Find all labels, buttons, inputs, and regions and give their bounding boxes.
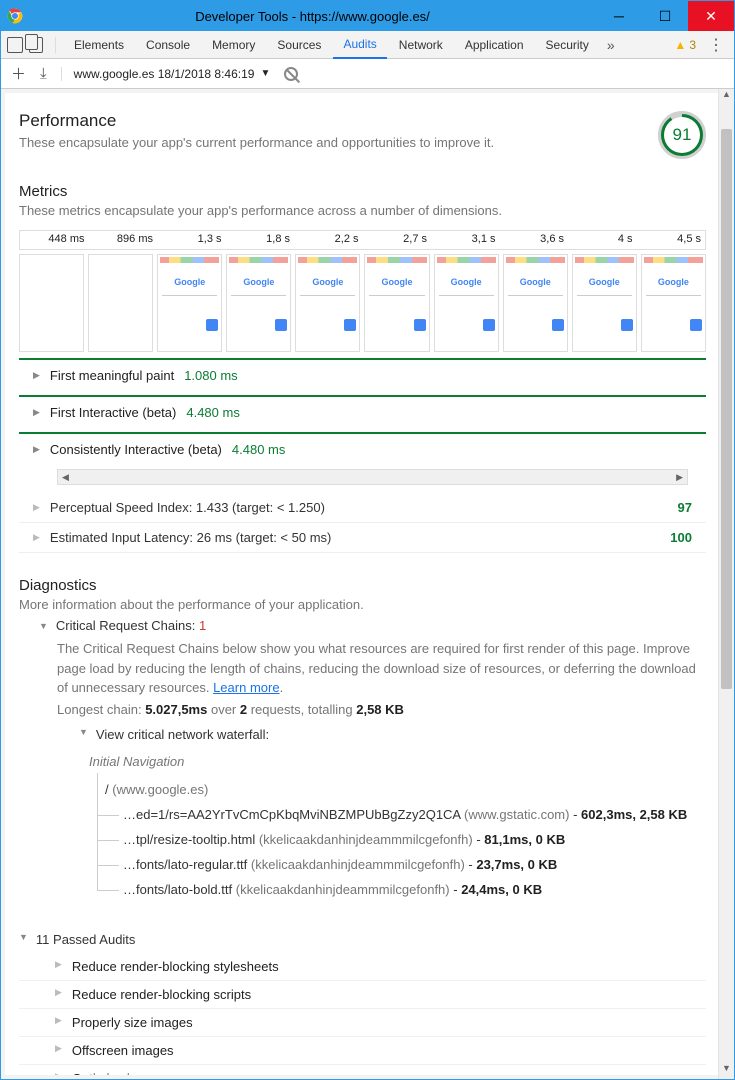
warning-icon: ▲ bbox=[674, 38, 686, 52]
audit-url[interactable]: www.google.es 18/1/2018 8:46:19 ▼ bbox=[61, 67, 271, 81]
passed-audits-toggle[interactable]: ▼ 11 Passed Audits bbox=[19, 926, 706, 953]
collapse-icon: ▼ bbox=[79, 727, 88, 742]
filmstrip-frame bbox=[19, 254, 84, 352]
diagnostics-heading: Diagnostics bbox=[19, 577, 706, 594]
chrome-icon bbox=[1, 8, 29, 24]
window: Developer Tools - https://www.google.es/… bbox=[0, 0, 735, 1080]
expand-icon: ▶ bbox=[33, 532, 40, 543]
filmstrip-frame bbox=[641, 254, 706, 352]
metric-row[interactable]: ▶ Perceptual Speed Index: 1.433 (target:… bbox=[19, 493, 706, 523]
clear-icon[interactable] bbox=[284, 67, 298, 81]
tree-item: …tpl/resize-tooltip.html (kkelicaakdanhi… bbox=[93, 827, 706, 852]
maximize-button[interactable]: ☐ bbox=[642, 1, 688, 31]
settings-menu-icon[interactable]: ⋮ bbox=[704, 35, 728, 55]
diagnostics-sub: More information about the performance o… bbox=[19, 597, 706, 612]
metrics-sub: These metrics encapsulate your app's per… bbox=[19, 203, 706, 218]
inspect-icon[interactable] bbox=[7, 37, 23, 53]
tab-memory[interactable]: Memory bbox=[202, 31, 265, 59]
report-content: Performance These encapsulate your app's… bbox=[5, 93, 718, 1075]
report-subtitle: These encapsulate your app's current per… bbox=[19, 135, 494, 150]
download-icon[interactable]: ⤓ bbox=[40, 65, 47, 82]
expand-icon: ▶ bbox=[33, 407, 40, 418]
waterfall-toggle[interactable]: ▼ View critical network waterfall: bbox=[39, 717, 706, 748]
scrollbar-thumb[interactable] bbox=[721, 129, 732, 689]
vertical-scrollbar[interactable]: ▲ ▼ bbox=[718, 89, 734, 1079]
tab-elements[interactable]: Elements bbox=[64, 31, 134, 59]
metric-row[interactable]: ▶ First meaningful paint 1.080 ms bbox=[19, 358, 706, 391]
collapse-icon: ▼ bbox=[19, 932, 28, 947]
scroll-down-icon[interactable]: ▼ bbox=[719, 1063, 734, 1079]
devtools-tabs: Elements Console Memory Sources Audits N… bbox=[1, 31, 734, 59]
report-title: Performance bbox=[19, 111, 494, 131]
audit-item[interactable]: ▶Properly size images bbox=[19, 1009, 706, 1037]
new-audit-icon[interactable]: ＋ bbox=[11, 63, 26, 84]
filmstrip-frame bbox=[434, 254, 499, 352]
tree-root: / (www.google.es) bbox=[93, 777, 706, 802]
request-tree: / (www.google.es) …ed=1/rs=AA2YrTvCmCpKb… bbox=[39, 777, 706, 902]
filmstrip-frame bbox=[295, 254, 360, 352]
filmstrip-frame bbox=[572, 254, 637, 352]
audit-item[interactable]: ▶Reduce render-blocking stylesheets bbox=[19, 953, 706, 981]
horizontal-scrollbar[interactable]: ◀▶ bbox=[57, 469, 688, 485]
scroll-up-icon[interactable]: ▲ bbox=[719, 89, 734, 105]
audit-item[interactable]: ▶Offscreen images bbox=[19, 1037, 706, 1065]
tree-item: …ed=1/rs=AA2YrTvCmCpKbqMviNBZMPUbBgZzy2Q… bbox=[93, 802, 706, 827]
tree-item: …fonts/lato-regular.ttf (kkelicaakdanhin… bbox=[93, 852, 706, 877]
expand-icon: ▶ bbox=[55, 959, 62, 974]
audit-item[interactable]: ▶Reduce render-blocking scripts bbox=[19, 981, 706, 1009]
expand-icon: ▶ bbox=[33, 370, 40, 381]
minimize-button[interactable]: ─ bbox=[596, 1, 642, 31]
tab-security[interactable]: Security bbox=[536, 31, 599, 59]
expand-icon: ▶ bbox=[55, 1043, 62, 1058]
tab-console[interactable]: Console bbox=[136, 31, 200, 59]
dropdown-icon: ▼ bbox=[260, 68, 270, 79]
metric-row[interactable]: ▶ Consistently Interactive (beta) 4.480 … bbox=[19, 432, 706, 465]
collapse-icon: ▼ bbox=[39, 621, 48, 633]
filmstrip-frame bbox=[157, 254, 222, 352]
close-button[interactable]: ✕ bbox=[688, 1, 734, 31]
filmstrip-frame bbox=[226, 254, 291, 352]
audit-item[interactable]: ▶Optimize images bbox=[19, 1065, 706, 1076]
expand-icon: ▶ bbox=[55, 987, 62, 1002]
filmstrip-frame bbox=[88, 254, 153, 352]
filmstrip-header: 448 ms 896 ms 1,3 s 1,8 s 2,2 s 2,7 s 3,… bbox=[19, 230, 706, 250]
expand-icon: ▶ bbox=[33, 502, 40, 513]
tree-item: …fonts/lato-bold.ttf (kkelicaakdanhinjde… bbox=[93, 877, 706, 902]
filmstrip bbox=[19, 254, 706, 352]
warnings-badge[interactable]: ▲ 3 bbox=[674, 38, 696, 52]
expand-icon: ▶ bbox=[55, 1015, 62, 1030]
critical-request-chains: ▼ Critical Request Chains: 1 The Critica… bbox=[19, 612, 706, 902]
tab-application[interactable]: Application bbox=[455, 31, 534, 59]
filmstrip-frame bbox=[364, 254, 429, 352]
window-title: Developer Tools - https://www.google.es/ bbox=[29, 9, 596, 24]
expand-icon: ▶ bbox=[55, 1071, 62, 1076]
tab-audits[interactable]: Audits bbox=[333, 31, 386, 59]
tab-sources[interactable]: Sources bbox=[267, 31, 331, 59]
initial-navigation-label: Initial Navigation bbox=[39, 748, 706, 777]
metrics-heading: Metrics bbox=[19, 183, 706, 200]
expand-icon: ▶ bbox=[33, 444, 40, 455]
filmstrip-frame bbox=[503, 254, 568, 352]
metric-row[interactable]: ▶ Estimated Input Latency: 26 ms (target… bbox=[19, 523, 706, 553]
more-tabs-icon[interactable]: » bbox=[601, 37, 621, 53]
device-toggle-icon[interactable] bbox=[29, 37, 43, 53]
audit-toolbar: ＋ ⤓ www.google.es 18/1/2018 8:46:19 ▼ bbox=[1, 59, 734, 89]
score-ring: 91 bbox=[658, 111, 706, 159]
tab-network[interactable]: Network bbox=[389, 31, 453, 59]
titlebar: Developer Tools - https://www.google.es/… bbox=[1, 1, 734, 31]
passed-audits-list: ▶Reduce render-blocking stylesheets ▶Red… bbox=[19, 953, 706, 1076]
metric-row[interactable]: ▶ First Interactive (beta) 4.480 ms bbox=[19, 395, 706, 428]
learn-more-link[interactable]: Learn more bbox=[213, 680, 279, 695]
